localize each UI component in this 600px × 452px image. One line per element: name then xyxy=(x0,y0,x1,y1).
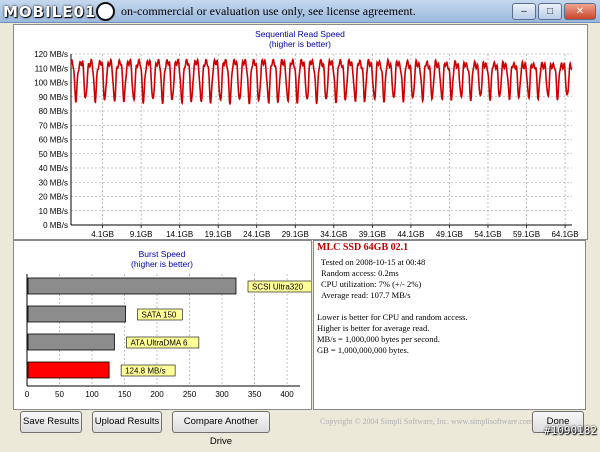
x-tick-label: 4.1GB xyxy=(91,230,114,239)
y-tick-label: 50 MB/s xyxy=(39,150,68,159)
x-tick-label: 34.1GB xyxy=(320,230,347,239)
y-tick-label: 100 MB/s xyxy=(34,79,68,88)
sequential-chart-panel: Sequential Read Speed (higher is better) 0… xyxy=(13,24,588,240)
x-tick-label: 39.1GB xyxy=(359,230,386,239)
y-tick-label: 120 MB/s xyxy=(34,50,68,59)
window-title: on-commercial or evaluation use only, se… xyxy=(121,4,416,18)
close-button[interactable]: ✕ xyxy=(564,3,596,20)
bar-label: 124.8 MB/s xyxy=(125,367,165,376)
read-speed-series-line xyxy=(70,57,573,106)
random-access: Random access: 0.2ms xyxy=(321,268,399,278)
x-tick-label: 29.1GB xyxy=(282,230,309,239)
y-tick-label: 70 MB/s xyxy=(39,121,68,130)
burst-bar xyxy=(27,333,115,351)
chart-title: Burst Speed xyxy=(139,249,186,259)
burst-chart-panel: Burst Speed (higher is better) 0 50 100 150 20… xyxy=(13,240,312,410)
x-tick-label: 14.1GB xyxy=(166,230,193,239)
chart-subtitle: (higher is better) xyxy=(269,39,331,49)
note-higher: Higher is better for average read. xyxy=(317,323,430,333)
x-tick-label: 64.1GB xyxy=(551,230,578,239)
y-tick-label: 20 MB/s xyxy=(39,193,68,202)
copyright-text: Copyright © 2004 Simpli Software, Inc. w… xyxy=(320,417,534,426)
x-tick-label: 150 xyxy=(118,390,132,399)
y-tick-label: 110 MB/s xyxy=(35,64,68,73)
y-tick-label: 60 MB/s xyxy=(39,136,68,145)
watermark-tag: #1090182 xyxy=(544,424,597,437)
y-tick-label: 40 MB/s xyxy=(39,164,68,173)
x-tick-label: 250 xyxy=(183,390,197,399)
title-bar: MOBILE01 on-commercial or evaluation use… xyxy=(0,0,600,23)
note-mbs: MB/s = 1,000,000 bytes per second. xyxy=(317,334,440,344)
burst-bar xyxy=(27,277,237,295)
y-tick-label: 80 MB/s xyxy=(39,107,68,116)
x-tick-label: 9.1GB xyxy=(130,230,153,239)
bar-label: ATA UltraDMA 6 xyxy=(130,339,188,348)
burst-bar xyxy=(27,361,110,379)
minimize-button[interactable]: – xyxy=(512,3,536,20)
sequential-read-chart: Sequential Read Speed(higher is better) 0… xyxy=(34,29,578,239)
note-gb: GB = 1,000,000,000 bytes. xyxy=(317,345,409,355)
x-tick-label: 0 xyxy=(25,390,30,399)
y-tick-label: 10 MB/s xyxy=(39,207,68,216)
x-tick-label: 50 xyxy=(55,390,64,399)
watermark-circle xyxy=(96,2,115,21)
x-tick-label: 200 xyxy=(150,390,164,399)
chart-subtitle: (higher is better) xyxy=(131,259,193,269)
watermark-logo: MOBILE01 xyxy=(3,3,96,21)
save-results-button[interactable]: Save Results xyxy=(20,411,82,433)
x-tick-label: 24.1GB xyxy=(243,230,270,239)
burst-speed-chart: Burst Speed(higher is better) 0 50 100 150 20… xyxy=(25,249,311,399)
y-tick-label: 0 MB/s xyxy=(43,221,68,230)
chart-title: Sequential Read Speed xyxy=(255,29,345,39)
x-tick-label: 59.1GB xyxy=(513,230,540,239)
compare-drive-button[interactable]: Compare Another Drive xyxy=(172,411,270,447)
bar-label: SATA 150 xyxy=(142,311,177,320)
x-tick-label: 400 xyxy=(280,390,294,399)
cpu-utilization: CPU utilization: 7% (+/- 2%) xyxy=(321,279,422,289)
x-tick-label: 19.1GB xyxy=(205,230,232,239)
bar-label: SCSI Ultra320 xyxy=(252,283,304,292)
x-tick-label: 350 xyxy=(248,390,262,399)
burst-bar xyxy=(27,305,126,323)
average-read: Average read: 107.7 MB/s xyxy=(321,290,411,300)
upload-results-button[interactable]: Upload Results xyxy=(92,411,162,433)
x-tick-label: 54.1GB xyxy=(474,230,501,239)
note-lower: Lower is better for CPU and random acces… xyxy=(317,312,468,322)
x-tick-label: 100 xyxy=(85,390,99,399)
maximize-button[interactable]: □ xyxy=(538,3,562,20)
tested-date: Tested on 2008-10-15 at 00:48 xyxy=(321,257,426,267)
x-tick-label: 44.1GB xyxy=(397,230,424,239)
drive-title: MLC SSD 64GB 02.1 xyxy=(317,242,409,253)
y-tick-label: 30 MB/s xyxy=(39,178,68,187)
watermark-text: MOBILE01 xyxy=(3,3,97,21)
y-tick-label: 90 MB/s xyxy=(39,93,68,102)
results-info-panel: MLC SSD 64GB 02.1 Tested on 2008-10-15 a… xyxy=(313,240,586,410)
window-controls: – □ ✕ xyxy=(512,3,596,20)
x-tick-label: 300 xyxy=(215,390,229,399)
x-tick-label: 49.1GB xyxy=(436,230,463,239)
